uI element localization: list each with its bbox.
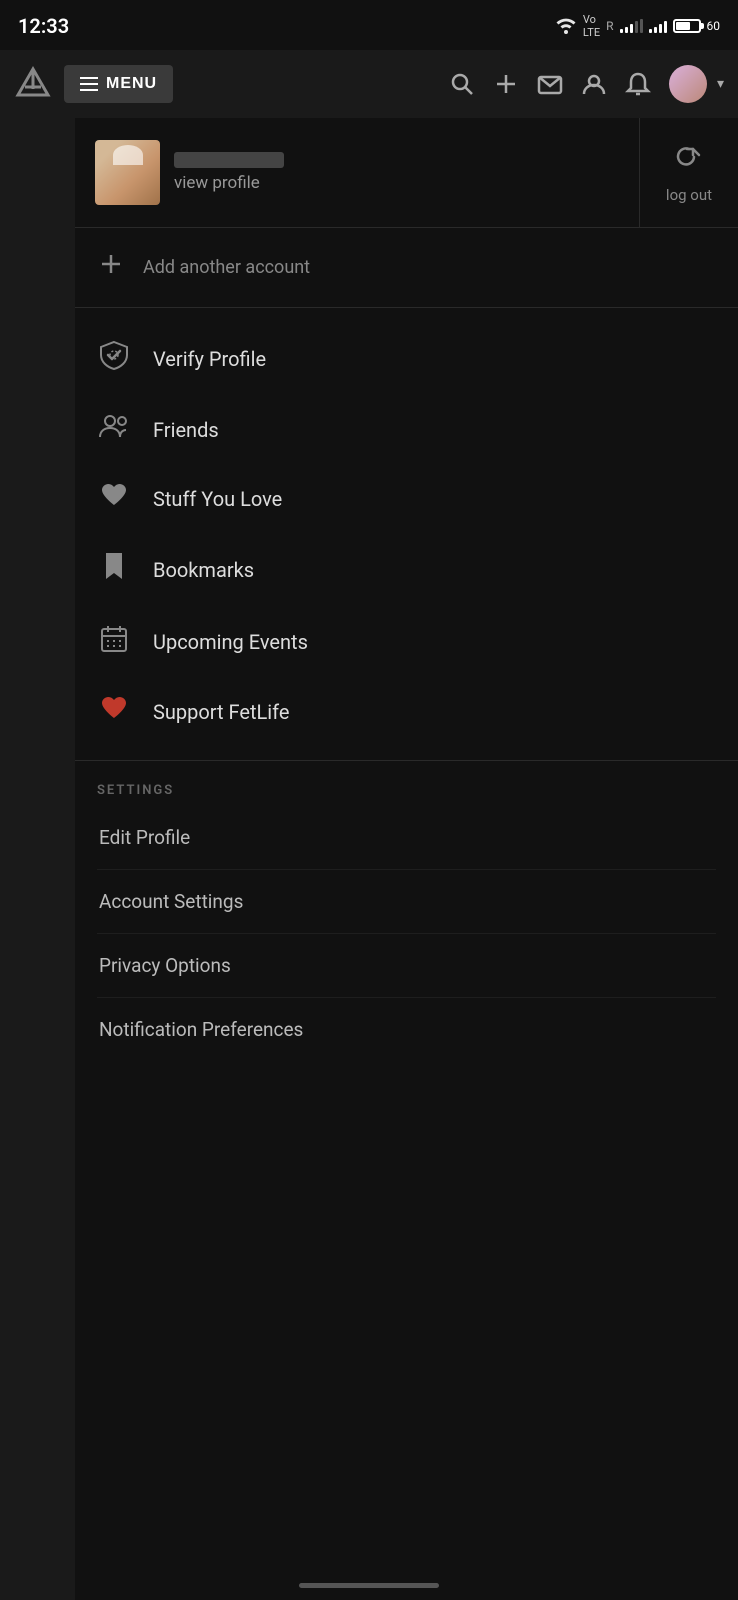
status-time: 12:33 [18,14,69,38]
menu-item-verify-profile[interactable]: Verify Profile [75,322,738,395]
avatar-nav[interactable] [669,65,707,103]
r-signal: R [606,19,613,33]
nav-icons: ▾ [449,65,724,103]
support-icon [97,695,131,728]
notifications-icon[interactable] [625,71,651,97]
signal-bars-2 [649,19,667,33]
menu-button[interactable]: MENU [64,65,173,103]
verify-profile-label: Verify Profile [153,347,266,371]
avatar-image [95,140,160,205]
settings-item-edit-profile[interactable]: Edit Profile [97,806,716,870]
dropdown-menu: view profile log out Add another account [75,118,738,1600]
status-bar: 12:33 VoLTE R 60 [0,0,738,50]
menu-item-support-fetlife[interactable]: Support FetLife [75,677,738,746]
settings-item-notification-preferences[interactable]: Notification Preferences [97,998,716,1061]
add-account-icon [97,250,125,285]
home-indicator [299,1583,439,1588]
hamburger-icon [80,77,98,91]
top-nav: MENU [0,50,738,118]
calendar-icon [97,624,131,659]
logout-section[interactable]: log out [639,118,738,227]
profile-avatar [95,140,160,205]
sidebar-bg [0,118,75,1600]
logout-label[interactable]: log out [666,186,712,204]
view-profile-label[interactable]: view profile [174,173,284,193]
menu-item-bookmarks[interactable]: Bookmarks [75,533,738,606]
menu-item-upcoming-events[interactable]: Upcoming Events [75,606,738,677]
menu-label: MENU [106,75,157,93]
wifi-icon [555,18,577,34]
mail-icon[interactable] [537,71,563,97]
status-icons: VoLTE R 60 [555,13,720,39]
chevron-down-icon[interactable]: ▾ [717,76,724,92]
menu-item-friends[interactable]: Friends [75,395,738,464]
upcoming-events-label: Upcoming Events [153,630,308,654]
bookmarks-label: Bookmarks [153,558,254,582]
verify-profile-icon [97,340,131,377]
battery-fill [676,22,690,30]
settings-item-account-settings[interactable]: Account Settings [97,870,716,934]
menu-items: Verify Profile Friends Stuff You Love [75,308,738,761]
settings-header: SETTINGS [97,783,716,798]
user-icon[interactable] [581,71,607,97]
profile-left[interactable]: view profile [75,118,639,227]
profile-info: view profile [174,152,284,193]
support-fetlife-label: Support FetLife [153,700,290,724]
battery-percent: 60 [707,19,721,33]
signal-bars-1 [620,19,643,33]
logout-icon [673,141,705,180]
profile-username [174,152,284,168]
stuff-you-love-label: Stuff You Love [153,487,282,511]
fetlife-logo [14,65,52,103]
settings-item-privacy-options[interactable]: Privacy Options [97,934,716,998]
friends-label: Friends [153,418,219,442]
friends-icon [97,413,131,446]
add-account-row[interactable]: Add another account [75,228,738,308]
heart-icon [97,482,131,515]
add-icon[interactable] [493,71,519,97]
bookmark-icon [97,551,131,588]
volte-icon: VoLTE [583,13,600,39]
settings-section: SETTINGS Edit Profile Account Settings P… [75,761,738,1071]
search-icon[interactable] [449,71,475,97]
add-account-label: Add another account [143,257,310,278]
menu-item-stuff-you-love[interactable]: Stuff You Love [75,464,738,533]
battery-icon [673,19,701,33]
profile-section: view profile log out [75,118,738,228]
